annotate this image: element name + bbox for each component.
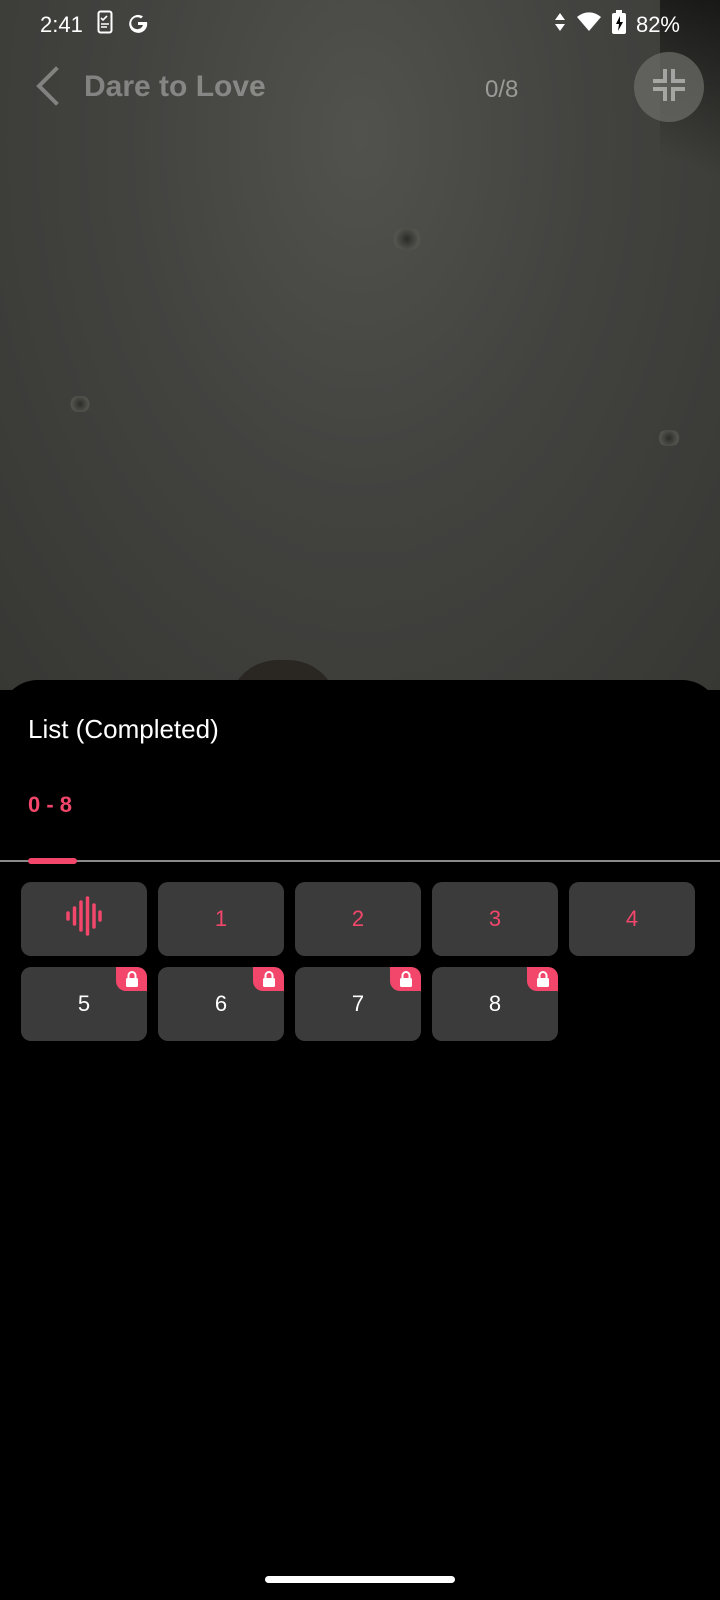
tab-indicator (28, 858, 77, 864)
ceiling-light (68, 396, 92, 412)
episode-number: 5 (77, 991, 91, 1016)
collapse-fullscreen-icon (650, 66, 688, 109)
clock: 2:41 (40, 12, 83, 37)
episode-tile-6[interactable]: 6 (158, 967, 284, 1041)
wifi-icon (576, 12, 602, 38)
audio-wave-icon (64, 896, 104, 942)
episode-number: 8 (488, 991, 502, 1016)
lock-icon (390, 967, 421, 991)
episode-tile-4[interactable]: 4 (569, 882, 695, 956)
lock-icon (116, 967, 147, 991)
episode-tile-5[interactable]: 5 (21, 967, 147, 1041)
chevron-left-icon[interactable] (36, 66, 76, 106)
episode-tile-current[interactable] (21, 882, 147, 956)
episode-tile-7[interactable]: 7 (295, 967, 421, 1041)
tab-range-0-8[interactable]: 0 - 8 (28, 792, 72, 818)
sheet-title: List (Completed) (28, 714, 219, 744)
ceiling-light (390, 228, 424, 250)
phone-checklist-icon (97, 10, 113, 40)
episode-grid: 1 2 3 4 5 6 7 8 (21, 882, 695, 1041)
episode-counter: 0/8 (485, 76, 519, 103)
data-arrows-icon (554, 12, 566, 38)
episode-list-sheet: List (Completed) 0 - 8 1 2 3 4 5 6 7 8 (0, 680, 720, 1600)
episode-tile-2[interactable]: 2 (295, 882, 421, 956)
lock-icon (527, 967, 558, 991)
status-bar: 2:41 82% (0, 0, 720, 50)
lock-icon (253, 967, 284, 991)
tab-divider (0, 860, 720, 862)
collapse-button[interactable] (634, 52, 704, 122)
player-top-bar: Dare to Love 0/8 (0, 50, 720, 130)
episode-tile-8[interactable]: 8 (432, 967, 558, 1041)
episode-tile-3[interactable]: 3 (432, 882, 558, 956)
battery-percent: 82% (635, 12, 680, 37)
show-title: Dare to Love (84, 70, 266, 103)
episode-number: 7 (351, 991, 365, 1016)
battery-charging-icon (611, 10, 626, 40)
ceiling-light (656, 430, 682, 446)
episode-number: 6 (214, 991, 228, 1016)
episode-tile-1[interactable]: 1 (158, 882, 284, 956)
home-indicator[interactable] (265, 1576, 455, 1583)
google-g-icon (127, 11, 149, 40)
